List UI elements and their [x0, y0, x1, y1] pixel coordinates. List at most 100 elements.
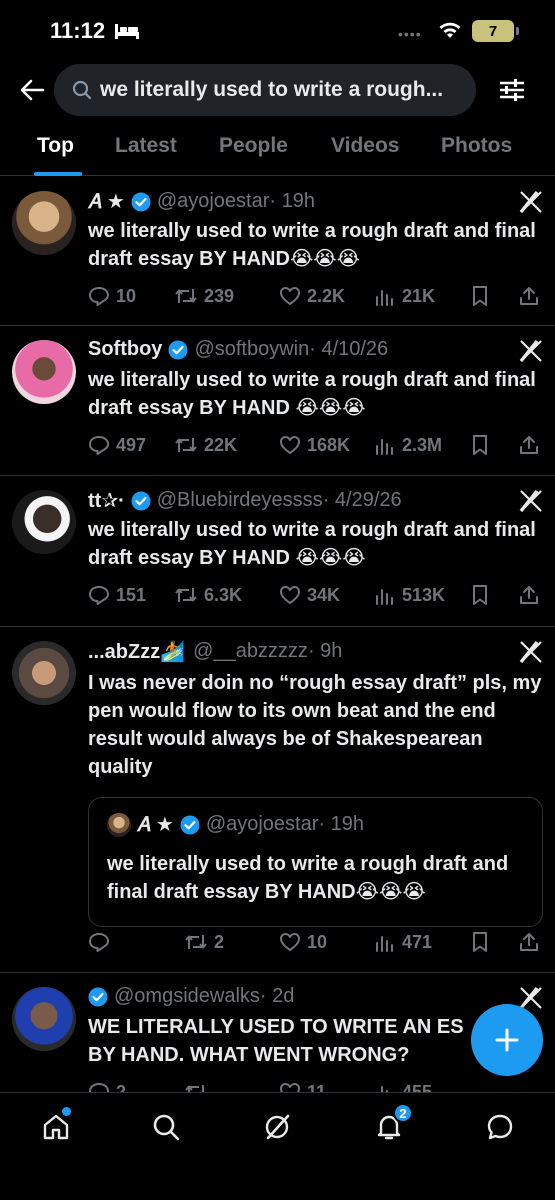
- views-button[interactable]: 21K: [374, 285, 435, 307]
- quoted-post-time: · 19h: [318, 813, 364, 835]
- back-arrow-icon: [20, 79, 45, 101]
- like-button[interactable]: 2.2K: [279, 285, 345, 307]
- post-text: WE LITERALLY USED TO WRITE AN ES BY HAND…: [88, 1016, 464, 1066]
- bookmark-button[interactable]: [470, 285, 496, 307]
- reply-button[interactable]: 2: [88, 1081, 126, 1092]
- share-icon: [520, 287, 538, 305]
- post-actions: 497 22K 168K 2.3M: [88, 434, 543, 460]
- nav-notifications[interactable]: 2: [371, 1103, 413, 1145]
- reply-button[interactable]: 10: [88, 285, 136, 307]
- avatar[interactable]: [12, 340, 76, 404]
- like-button[interactable]: 10: [279, 931, 327, 953]
- like-button[interactable]: 168K: [279, 434, 350, 456]
- heart-icon: [280, 933, 300, 951]
- unread-dot: [62, 1107, 71, 1116]
- quoted-post-text: we literally used to write a rough draft…: [107, 853, 509, 903]
- home-icon: [43, 1114, 69, 1140]
- views-button[interactable]: 2.3M: [374, 434, 442, 456]
- avatar[interactable]: [12, 191, 76, 255]
- tab-latest[interactable]: Latest: [115, 134, 177, 158]
- repost-button[interactable]: 2: [184, 931, 224, 953]
- search-filters-button[interactable]: [496, 74, 528, 106]
- post-actions: 151 6.3K 34K 513K: [88, 584, 543, 610]
- author-handle[interactable]: @ayojoestar: [157, 190, 270, 213]
- tab-top[interactable]: Top: [37, 134, 74, 158]
- post-text: I was never doin no “rough essay draft” …: [88, 672, 542, 778]
- share-button[interactable]: [518, 285, 546, 307]
- search-icon: [153, 1114, 180, 1141]
- bottom-navigation: 2: [0, 1092, 555, 1200]
- share-button[interactable]: [518, 434, 546, 456]
- signal-dots-icon: ••••: [398, 26, 422, 42]
- nav-grok[interactable]: [259, 1109, 295, 1145]
- bookmark-button[interactable]: [470, 584, 496, 606]
- author-name[interactable]: ...abZzz🏄: [88, 639, 185, 664]
- quoted-post[interactable]: 𝐴 ★ @ayojoestar · 19h we literally used …: [88, 797, 543, 927]
- chat-bubble-icon: [487, 1114, 513, 1140]
- avatar[interactable]: [12, 987, 76, 1051]
- verified-badge-icon: [131, 491, 151, 510]
- author-name[interactable]: 𝐴 ★: [88, 189, 125, 214]
- grok-icon[interactable]: [518, 488, 544, 514]
- bookmark-button[interactable]: [470, 931, 496, 953]
- bookmark-button[interactable]: [470, 434, 496, 456]
- views-chart-icon: [376, 290, 393, 306]
- post[interactable]: Softboy @softboywin · 4/10/26 we literal…: [0, 326, 555, 476]
- grok-icon[interactable]: [518, 639, 544, 665]
- repost-button[interactable]: [184, 1081, 214, 1092]
- repost-icon: [175, 438, 197, 452]
- nav-messages[interactable]: [482, 1109, 518, 1145]
- like-button[interactable]: 34K: [279, 584, 340, 606]
- author-name[interactable]: tt✰·: [88, 488, 125, 513]
- reply-button[interactable]: 497: [88, 434, 146, 456]
- post-actions: 10 239 2.2K 21K: [88, 285, 543, 311]
- author-handle[interactable]: @softboywin: [194, 338, 309, 361]
- avatar[interactable]: [12, 490, 76, 554]
- share-icon: [520, 933, 538, 951]
- repost-button[interactable]: 6.3K: [174, 584, 242, 606]
- tab-photos[interactable]: Photos: [441, 134, 512, 158]
- back-button[interactable]: [16, 74, 48, 106]
- bookmark-icon: [473, 932, 487, 952]
- share-icon: [520, 586, 538, 604]
- reply-icon: [89, 933, 109, 952]
- bookmark-icon: [473, 435, 487, 455]
- nav-explore[interactable]: [148, 1109, 184, 1145]
- heart-icon: [280, 436, 300, 454]
- status-bar: 11:12 •••• 7: [0, 0, 555, 60]
- post-actions: 2 11 455: [88, 1081, 543, 1092]
- author-name[interactable]: Softboy: [88, 338, 162, 361]
- post[interactable]: 𝐴 ★ @ayojoestar · 19h we literally used …: [0, 177, 555, 326]
- search-query: we literally used to write a rough...: [100, 78, 444, 101]
- post-time: · 4/29/26: [322, 489, 402, 511]
- views-button[interactable]: 471: [374, 931, 432, 953]
- notifications-badge: 2: [393, 1103, 413, 1123]
- search-field[interactable]: we literally used to write a rough...: [54, 64, 476, 116]
- like-button[interactable]: 11: [279, 1081, 326, 1092]
- repost-button[interactable]: 239: [174, 285, 234, 307]
- avatar[interactable]: [12, 641, 76, 705]
- share-button[interactable]: [518, 584, 546, 606]
- author-handle[interactable]: @omgsidewalks: [114, 985, 260, 1008]
- share-button[interactable]: [518, 931, 546, 953]
- battery-icon: 7: [472, 20, 519, 42]
- post[interactable]: ...abZzz🏄 @__abzzzzz · 9h I was never do…: [0, 627, 555, 973]
- post[interactable]: tt✰· @Bluebirdeyessss · 4/29/26 we liter…: [0, 476, 555, 627]
- views-button[interactable]: 513K: [374, 584, 445, 606]
- quoted-avatar: [107, 812, 131, 837]
- heart-icon: [280, 287, 300, 305]
- repost-button[interactable]: 22K: [174, 434, 237, 456]
- tab-videos[interactable]: Videos: [331, 134, 399, 158]
- grok-icon[interactable]: [518, 189, 544, 215]
- views-button[interactable]: 455: [374, 1081, 432, 1092]
- post-time: · 19h: [269, 190, 315, 212]
- compose-post-button[interactable]: [471, 1004, 543, 1076]
- reply-button[interactable]: 151: [88, 584, 146, 606]
- author-handle[interactable]: @__abzzzzz: [193, 640, 308, 663]
- nav-home[interactable]: [38, 1107, 74, 1145]
- tab-people[interactable]: People: [219, 134, 288, 158]
- author-handle[interactable]: @Bluebirdeyessss: [157, 489, 323, 512]
- reply-button[interactable]: [88, 931, 116, 953]
- grok-icon[interactable]: [518, 338, 544, 364]
- sliders-icon: [500, 79, 524, 101]
